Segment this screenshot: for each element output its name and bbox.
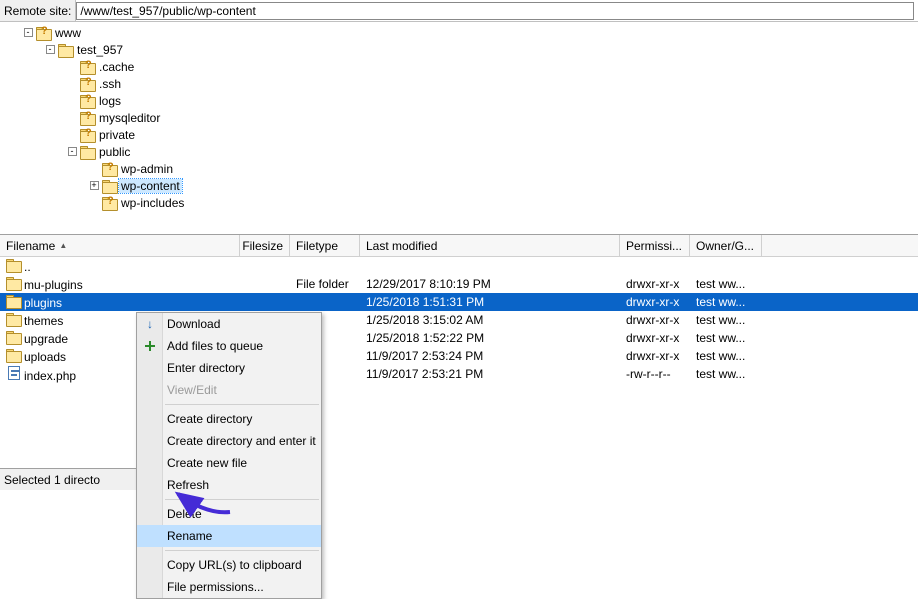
col-modified[interactable]: Last modified <box>360 235 620 256</box>
tree-label: wp-content <box>119 179 182 193</box>
tree-label: wp-includes <box>119 196 186 210</box>
unknown-folder-icon: ? <box>102 197 116 209</box>
menu-refresh[interactable]: Refresh <box>137 474 321 496</box>
unknown-folder-icon: ? <box>102 163 116 175</box>
file-row[interactable]: .. <box>0 257 918 275</box>
tree-node-www[interactable]: -?www <box>4 24 918 41</box>
tree-node-private[interactable]: ?private <box>4 126 918 143</box>
folder-icon <box>6 349 19 361</box>
file-row[interactable]: mu-pluginsFile folder12/29/2017 8:10:19 … <box>0 275 918 293</box>
menu-label: Refresh <box>167 478 209 492</box>
tree-label: test_957 <box>75 43 125 57</box>
add-icon <box>142 338 158 354</box>
menu-label: Download <box>167 317 220 331</box>
col-filesize[interactable]: Filesize <box>240 235 290 256</box>
menu-label: Add files to queue <box>167 339 263 353</box>
menu-label: Rename <box>167 529 212 543</box>
menu-file-permissions-[interactable]: File permissions... <box>137 576 321 598</box>
collapse-icon[interactable]: - <box>68 147 77 156</box>
tree-label: .ssh <box>97 77 123 91</box>
col-permissions[interactable]: Permissi... <box>620 235 690 256</box>
unknown-folder-icon: ? <box>80 95 94 107</box>
menu-add-files-to-queue[interactable]: Add files to queue <box>137 335 321 357</box>
menu-label: Create new file <box>167 456 247 470</box>
col-owner[interactable]: Owner/G... <box>690 235 762 256</box>
tree-node--cache[interactable]: ?.cache <box>4 58 918 75</box>
download-icon: ↓ <box>142 316 158 332</box>
menu-rename[interactable]: Rename <box>137 525 321 547</box>
menu-label: File permissions... <box>167 580 264 594</box>
menu-delete[interactable]: Delete <box>137 503 321 525</box>
sort-asc-icon: ▲ <box>59 241 67 250</box>
php-file-icon <box>8 366 20 380</box>
tree-label: wp-admin <box>119 162 175 176</box>
col-filename[interactable]: Filename▲ <box>0 235 240 256</box>
tree-label: mysqleditor <box>97 111 162 125</box>
tree-node-wp-includes[interactable]: ?wp-includes <box>4 194 918 211</box>
folder-icon <box>6 295 19 307</box>
unknown-folder-icon: ? <box>80 78 94 90</box>
menu-create-new-file[interactable]: Create new file <box>137 452 321 474</box>
folder-icon <box>58 44 72 56</box>
file-list-header[interactable]: Filename▲ Filesize Filetype Last modifie… <box>0 235 918 257</box>
unknown-folder-icon: ? <box>36 27 50 39</box>
tree-label: logs <box>97 94 123 108</box>
menu-separator <box>165 499 319 500</box>
remote-tree[interactable]: -?www-test_957?.cache?.ssh?logs?mysqledi… <box>0 22 918 235</box>
status-bar: Selected 1 directo <box>0 468 136 490</box>
folder-icon <box>102 180 116 192</box>
menu-separator <box>165 404 319 405</box>
tree-node-logs[interactable]: ?logs <box>4 92 918 109</box>
folder-icon <box>6 313 19 325</box>
collapse-icon[interactable]: - <box>24 28 33 37</box>
menu-create-directory[interactable]: Create directory <box>137 408 321 430</box>
menu-label: View/Edit <box>167 383 217 397</box>
tree-node-wp-admin[interactable]: ?wp-admin <box>4 160 918 177</box>
menu-view-edit: View/Edit <box>137 379 321 401</box>
menu-enter-directory[interactable]: Enter directory <box>137 357 321 379</box>
remote-path-input[interactable] <box>76 2 914 20</box>
menu-separator <box>165 550 319 551</box>
col-filetype[interactable]: Filetype <box>290 235 360 256</box>
tree-label: www <box>53 26 83 40</box>
context-menu: ↓ Download Add files to queue Enter directo… <box>136 312 322 599</box>
tree-label: .cache <box>97 60 136 74</box>
tree-node-wp-content[interactable]: + wp-content <box>4 177 918 194</box>
menu-download[interactable]: ↓ Download <box>137 313 321 335</box>
unknown-folder-icon: ? <box>80 129 94 141</box>
menu-create-directory-and-enter-it[interactable]: Create directory and enter it <box>137 430 321 452</box>
tree-label: private <box>97 128 137 142</box>
folder-icon <box>6 259 19 271</box>
tree-label: public <box>97 145 132 159</box>
expand-icon[interactable]: + <box>90 181 99 190</box>
remote-site-label: Remote site: <box>0 0 76 21</box>
folder-icon <box>6 331 19 343</box>
menu-label: Enter directory <box>167 361 245 375</box>
tree-node-public[interactable]: - public <box>4 143 918 160</box>
tree-node-mysqleditor[interactable]: ?mysqleditor <box>4 109 918 126</box>
menu-label: Create directory <box>167 412 252 426</box>
folder-icon <box>80 146 94 158</box>
folder-icon <box>6 277 19 289</box>
collapse-icon[interactable]: - <box>46 45 55 54</box>
file-row[interactable]: plugins1/25/2018 1:51:31 PMdrwxr-xr-xtes… <box>0 293 918 311</box>
menu-label: Delete <box>167 507 202 521</box>
unknown-folder-icon: ? <box>80 112 94 124</box>
tree-node--ssh[interactable]: ?.ssh <box>4 75 918 92</box>
tree-node-test_957[interactable]: - test_957 <box>4 41 918 58</box>
menu-copy-url-s-to-clipboard[interactable]: Copy URL(s) to clipboard <box>137 554 321 576</box>
remote-site-bar: Remote site: <box>0 0 918 22</box>
unknown-folder-icon: ? <box>80 61 94 73</box>
menu-label: Create directory and enter it <box>167 434 316 448</box>
menu-label: Copy URL(s) to clipboard <box>167 558 302 572</box>
